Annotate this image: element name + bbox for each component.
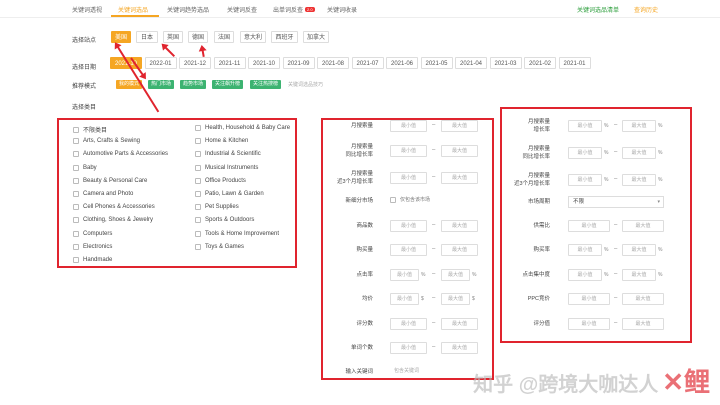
site-option[interactable]: 法国 [214,31,234,43]
tab-keyword-reverse[interactable]: 关键词反查 [227,5,257,14]
annotation-arrow-site [115,43,160,113]
site-option[interactable]: 意大利 [240,31,266,43]
mode-follow-rising[interactable]: 关注飙升榜 [212,80,244,89]
watermark: 知乎 @跨境大咖达人 ✕鲤 [473,362,710,399]
tab-keyword-selection[interactable]: 关键词选品 [118,5,148,14]
query-history-link[interactable]: 查询历史 [634,5,658,14]
active-tab-underline [111,15,159,17]
mode-trend-market[interactable]: 趋势市场 [180,80,207,89]
date-option[interactable]: 2021-03 [489,57,522,69]
site-option[interactable]: 西班牙 [271,31,298,43]
date-label: 选择日期 [72,65,97,71]
date-option[interactable]: 2021-11 [213,57,246,69]
category-label: 选择类目 [72,105,97,111]
tab-keyword-insight[interactable]: 关键词透视 [72,5,102,14]
keyword-selection-page: 关键词透视 关键词选品 关键词趋势选品 关键词反查 出单词反查 2.0 关键词收录… [0,0,720,405]
date-option[interactable]: 2021-05 [420,57,453,69]
brand-logo-mark: ✕鲤 [662,367,710,397]
annotation-box-categories [57,118,297,268]
annotation-box-middle-filters [321,118,494,380]
site-option[interactable]: 加拿大 [303,31,329,43]
mode-follow-hot[interactable]: 关注热搜榜 [250,80,282,89]
date-option[interactable]: 2021-01 [558,57,591,69]
site-option[interactable]: 美国 [111,31,131,43]
date-option[interactable]: 2021-04 [455,57,487,69]
date-option[interactable]: 2021-09 [282,57,315,69]
site-option[interactable]: 英国 [163,31,183,43]
annotation-arrow-date-3 [201,46,205,58]
date-option[interactable]: 2022-01 [144,57,177,69]
tab-keyword-trend-selection[interactable]: 关键词趋势选品 [167,5,209,14]
date-option[interactable]: 2021-02 [524,57,556,69]
hot-badge: 2.0 [305,7,315,12]
annotation-arrow-date-2 [162,44,176,58]
site-label: 选择站点 [72,38,97,44]
mode-tips-link[interactable]: 关键词选品技巧 [288,81,323,88]
mode-label: 推荐模式 [72,84,97,90]
date-option[interactable]: 2021-10 [248,57,280,69]
top-tab-bar: 关键词透视 关键词选品 关键词趋势选品 关键词反查 出单词反查 2.0 关键词收录… [0,0,720,18]
watermark-text: 知乎 @跨境大咖达人 [473,374,659,396]
annotation-box-right-filters [500,107,692,343]
site-option[interactable]: 日本 [136,31,158,43]
date-option[interactable]: 2021-06 [386,57,418,69]
date-option[interactable]: 2021-07 [351,57,384,69]
date-option[interactable]: 2021-08 [317,57,349,69]
tab-order-word-label: 出单词反查 [273,8,304,14]
date-option[interactable]: 2021-12 [179,57,211,69]
site-option[interactable]: 德国 [188,31,208,43]
tab-order-word-reverse[interactable]: 出单词反查 2.0 [273,5,315,14]
mode-hot-market[interactable]: 热门市场 [148,80,175,89]
tab-keyword-index[interactable]: 关键词收录 [327,5,357,14]
keyword-list-link[interactable]: 关键词选品清单 [577,5,619,14]
